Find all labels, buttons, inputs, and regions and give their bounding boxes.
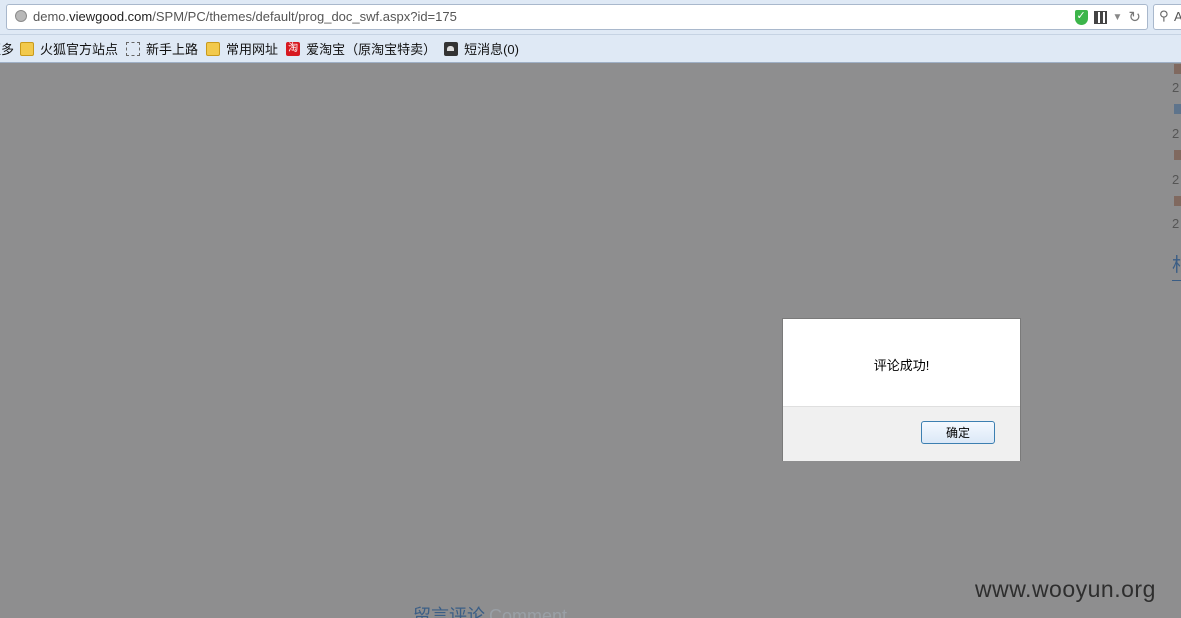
taobao-icon: 淘: [286, 41, 301, 56]
address-bar-icons: ▼ ↻: [1074, 8, 1141, 26]
comment-heading-en: Comment: [489, 606, 568, 618]
ok-button[interactable]: 确定: [921, 421, 995, 444]
sidebar-thumb-icon: [1174, 104, 1181, 114]
chevron-down-icon[interactable]: ▼: [1113, 12, 1123, 23]
folder-icon: [206, 41, 221, 56]
address-bar-row: demo.viewgood.com/SPM/PC/themes/default/…: [0, 0, 1181, 35]
watermark: www.wooyun.org: [975, 576, 1156, 602]
browser-window: demo.viewgood.com/SPM/PC/themes/default/…: [0, 0, 1181, 618]
url-prefix: demo.: [33, 9, 70, 24]
globe-icon: [15, 10, 27, 22]
message-icon: [444, 41, 459, 56]
url-text[interactable]: demo.viewgood.com/SPM/PC/themes/default/…: [33, 9, 457, 24]
alert-footer: 确定: [783, 406, 1020, 461]
bookmarks-toolbar: 更多 火狐官方站点 新手上路 常用网址 淘 爱淘宝（原淘宝特卖） 短消息(0): [0, 35, 1181, 63]
bookmark-label: 爱淘宝（原淘宝特卖）: [306, 42, 437, 57]
search-icon: ⚲: [1159, 8, 1169, 23]
sidebar-heading[interactable]: 相: [1172, 250, 1181, 277]
bookmark-firefox-site[interactable]: 火狐官方站点: [20, 39, 118, 58]
sidebar-date: 2: [1172, 126, 1180, 141]
comment-heading-cn: 留言评论: [413, 606, 485, 618]
address-bar[interactable]: demo.viewgood.com/SPM/PC/themes/default/…: [6, 4, 1148, 30]
qr-code-icon[interactable]: [1093, 10, 1107, 24]
alert-message: 评论成功!: [873, 358, 930, 373]
shield-icon[interactable]: [1074, 9, 1088, 25]
sidebar-divider: [1172, 280, 1181, 281]
search-placeholder: A: [1174, 9, 1181, 24]
sidebar-thumb-icon: [1174, 150, 1181, 160]
bookmark-messages[interactable]: 短消息(0): [444, 39, 519, 58]
bookmark-ai-taobao[interactable]: 淘 爱淘宝（原淘宝特卖）: [286, 39, 436, 58]
bookmark-label: 常用网址: [226, 42, 279, 57]
sidebar-thumb-icon: [1174, 64, 1181, 74]
url-domain: viewgood.com: [69, 9, 153, 24]
bookmark-label: 短消息(0): [464, 42, 519, 57]
sidebar-thumb-icon: [1174, 196, 1181, 206]
bookmark-getting-started[interactable]: 新手上路: [126, 39, 198, 58]
sidebar-date: 2: [1172, 80, 1180, 95]
bookmark-common-sites[interactable]: 常用网址: [206, 39, 278, 58]
alert-dialog: 评论成功! 确定: [782, 318, 1021, 461]
sidebar-date: 2: [1172, 172, 1180, 187]
url-path: /SPM/PC/themes/default/prog_doc_swf.aspx…: [152, 9, 457, 24]
search-box[interactable]: ⚲ A: [1153, 4, 1181, 30]
bookmarks-overflow[interactable]: 更多: [0, 39, 14, 58]
reload-icon[interactable]: ↻: [1128, 8, 1141, 26]
bookmark-label: 新手上路: [146, 42, 199, 57]
dashed-page-icon: [126, 41, 141, 56]
folder-icon: [20, 41, 35, 56]
bookmark-label: 火狐官方站点: [40, 42, 119, 57]
sidebar-date: 2: [1172, 216, 1180, 231]
comment-section-heading: 留言评论 Comment: [413, 602, 567, 618]
